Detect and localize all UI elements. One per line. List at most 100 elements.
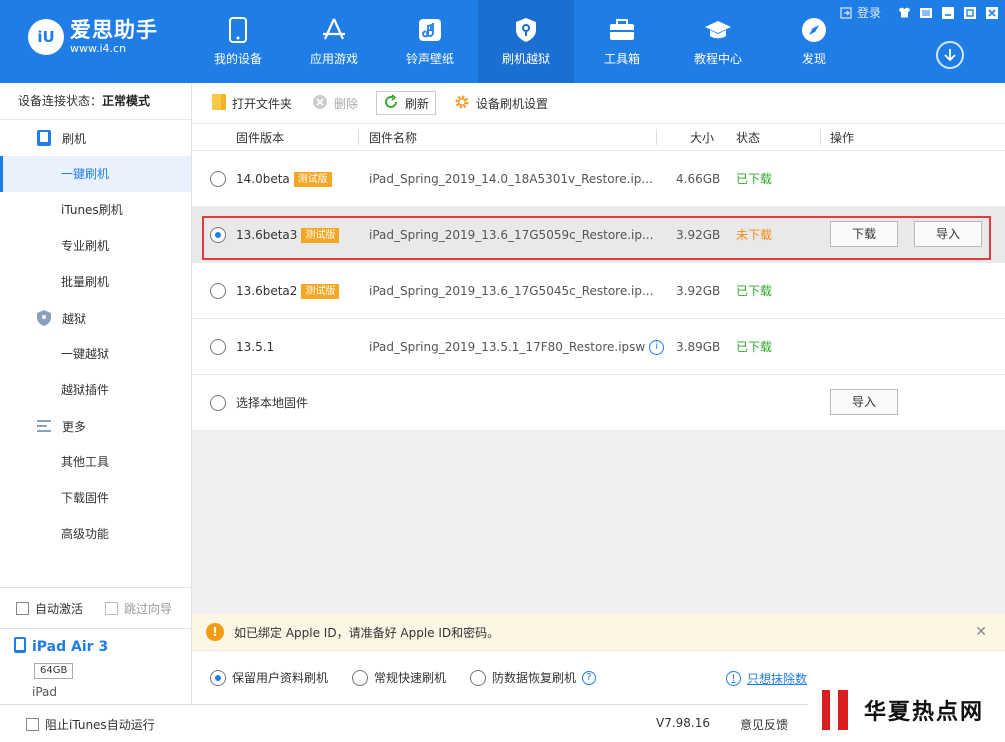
- firmware-row[interactable]: 14.0beta 测试版 iPad_Spring_2019_14.0_18A530…: [192, 151, 1005, 207]
- firmware-version: 14.0beta: [236, 172, 290, 186]
- col-status: 状态: [736, 130, 761, 145]
- folder-icon: [212, 93, 226, 113]
- firmware-name: iPad_Spring_2019_14.0_18A5301v_Restore.i…: [369, 172, 653, 186]
- logo-badge: iU: [28, 18, 64, 55]
- close-icon[interactable]: [985, 6, 999, 20]
- tablet-icon: [14, 637, 26, 657]
- firmware-name: iPad_Spring_2019_13.6_17G5059c_Restore.i…: [369, 228, 654, 242]
- mode-quick[interactable]: 常规快速刷机: [352, 669, 446, 686]
- mode-keep-data-radio[interactable]: [210, 669, 226, 686]
- sidebar-item-pro-flash[interactable]: 专业刷机: [0, 228, 191, 264]
- firmware-row-selected[interactable]: 13.6beta3 测试版 iPad_Spring_2019_13.6_17G50…: [192, 207, 1005, 263]
- col-ops: 操作: [830, 130, 855, 145]
- graduation-icon: [704, 16, 732, 44]
- device-capacity: 64GB: [34, 663, 74, 679]
- sidebar-item-batch-flash[interactable]: 批量刷机: [0, 264, 191, 300]
- nav-my-device[interactable]: 我的设备: [190, 0, 286, 83]
- sidebar-options: 自动激活 跳过向导: [0, 588, 192, 628]
- device-type: iPad: [32, 685, 58, 699]
- nav-apps-games[interactable]: 应用游戏: [286, 0, 382, 83]
- appstore-icon: [320, 16, 348, 44]
- shirt-icon[interactable]: [897, 6, 911, 20]
- open-folder-button[interactable]: 打开文件夹: [210, 91, 294, 115]
- feedback-link[interactable]: 意见反馈: [740, 716, 788, 733]
- block-itunes-checkbox[interactable]: [26, 717, 39, 731]
- info-icon[interactable]: i: [649, 339, 665, 355]
- app-logo: iU 爱思助手 www.i4.cn: [28, 18, 158, 55]
- watermark-logo-icon: [822, 690, 848, 730]
- local-import-button[interactable]: 导入: [830, 389, 898, 415]
- connection-mode: 正常模式: [102, 94, 151, 108]
- firmware-radio[interactable]: [210, 339, 226, 355]
- apple-id-notice: ! 如已绑定 Apple ID，请准备好 Apple ID和密码。 ✕: [192, 614, 1005, 650]
- local-firmware-row[interactable]: 选择本地固件 导入: [192, 375, 1005, 431]
- mode-anti-recovery-radio[interactable]: [470, 669, 487, 686]
- auto-activate-checkbox[interactable]: [16, 601, 29, 615]
- firmware-name: iPad_Spring_2019_13.5.1_17F80_Restore.ip…: [369, 340, 646, 354]
- download-manager-icon[interactable]: [936, 41, 964, 69]
- maximize-icon[interactable]: [963, 6, 977, 20]
- local-firmware-label: 选择本地固件: [236, 396, 309, 410]
- skip-guide-checkbox[interactable]: [105, 601, 119, 615]
- nav-ringtones-wallpapers[interactable]: 铃声壁纸: [382, 0, 478, 83]
- nav-flash-jailbreak[interactable]: 刷机越狱: [478, 0, 574, 83]
- login-icon[interactable]: [839, 6, 853, 20]
- firmware-radio-selected[interactable]: [210, 227, 226, 243]
- refresh-button[interactable]: 刷新: [376, 91, 437, 115]
- device-info: iPad Air 3 64GB iPad: [0, 628, 192, 706]
- flash-settings-button[interactable]: 设备刷机设置: [452, 91, 550, 115]
- firmware-name: iPad_Spring_2019_13.6_17G5045c_Restore.i…: [369, 284, 654, 298]
- close-notice-icon[interactable]: ✕: [975, 624, 987, 640]
- beta-tag: 测试版: [301, 227, 340, 243]
- sidebar-item-other-tools[interactable]: 其他工具: [0, 444, 191, 480]
- sidebar-group-more[interactable]: 更多: [0, 408, 191, 444]
- app-header: iU 爱思助手 www.i4.cn 我的设备 应用游戏 铃声壁纸 刷机越狱 工具…: [0, 0, 1005, 83]
- mode-keep-data[interactable]: 保留用户资料刷机: [210, 669, 328, 686]
- main-nav: 我的设备 应用游戏 铃声壁纸 刷机越狱 工具箱 教程中心 发现: [190, 0, 862, 83]
- device-name: iPad Air 3: [32, 639, 109, 655]
- minimize-icon[interactable]: [941, 6, 955, 20]
- sidebar-item-one-click-jailbreak[interactable]: 一键越狱: [0, 336, 191, 372]
- sidebar-bottom: 自动激活 跳过向导 iPad Air 3 64GB iPad: [0, 587, 192, 706]
- mode-anti-recovery[interactable]: 防数据恢复刷机 ?: [470, 669, 597, 686]
- auto-activate-label: 自动激活: [35, 601, 84, 616]
- nav-tutorials[interactable]: 教程中心: [670, 0, 766, 83]
- delete-button[interactable]: 删除: [310, 91, 360, 115]
- app-version: V7.98.16: [656, 716, 711, 730]
- menu-icon[interactable]: [919, 6, 933, 20]
- firmware-version: 13.5.1: [236, 340, 275, 354]
- import-button[interactable]: 导入: [914, 221, 982, 247]
- firmware-status: 已下载: [736, 340, 773, 354]
- music-icon: [416, 16, 444, 44]
- window-controls: 登录: [839, 4, 999, 21]
- phone-icon: [224, 16, 252, 44]
- sidebar-item-itunes-flash[interactable]: iTunes刷机: [0, 192, 191, 228]
- sidebar-item-download-firmware[interactable]: 下载固件: [0, 480, 191, 516]
- jailbreak-shield-icon: [36, 310, 52, 326]
- local-firmware-radio[interactable]: [210, 395, 226, 411]
- firmware-row[interactable]: 13.6beta2 测试版 iPad_Spring_2019_13.6_17G50…: [192, 263, 1005, 319]
- delete-icon: [312, 94, 328, 113]
- mode-quick-radio[interactable]: [352, 669, 369, 686]
- skip-guide-label: 跳过向导: [124, 601, 173, 616]
- toolbox-icon: [608, 16, 636, 44]
- block-itunes-label: 阻止iTunes自动运行: [45, 717, 155, 732]
- erase-only-link[interactable]: ! 只想抹除数: [726, 670, 807, 687]
- firmware-table-header: 固件版本 固件名称 大小 状态 操作: [192, 124, 1005, 151]
- help-icon[interactable]: ?: [582, 670, 597, 685]
- warning-icon: !: [206, 623, 224, 641]
- firmware-row[interactable]: 13.5.1 iPad_Spring_2019_13.5.1_17F80_Res…: [192, 319, 1005, 375]
- firmware-radio[interactable]: [210, 283, 226, 299]
- sidebar-group-flash[interactable]: 刷机: [0, 120, 191, 156]
- nav-toolbox[interactable]: 工具箱: [574, 0, 670, 83]
- col-size: 大小: [690, 130, 715, 145]
- firmware-status: 未下载: [736, 228, 773, 242]
- sidebar-item-advanced[interactable]: 高级功能: [0, 516, 191, 552]
- sidebar-item-one-click-flash[interactable]: 一键刷机: [0, 156, 191, 192]
- login-link[interactable]: 登录: [857, 4, 881, 21]
- sidebar-item-jailbreak-plugins[interactable]: 越狱插件: [0, 372, 191, 408]
- download-button[interactable]: 下载: [830, 221, 898, 247]
- sidebar-group-jailbreak[interactable]: 越狱: [0, 300, 191, 336]
- firmware-radio[interactable]: [210, 171, 226, 187]
- firmware-size: 3.92GB: [676, 284, 721, 298]
